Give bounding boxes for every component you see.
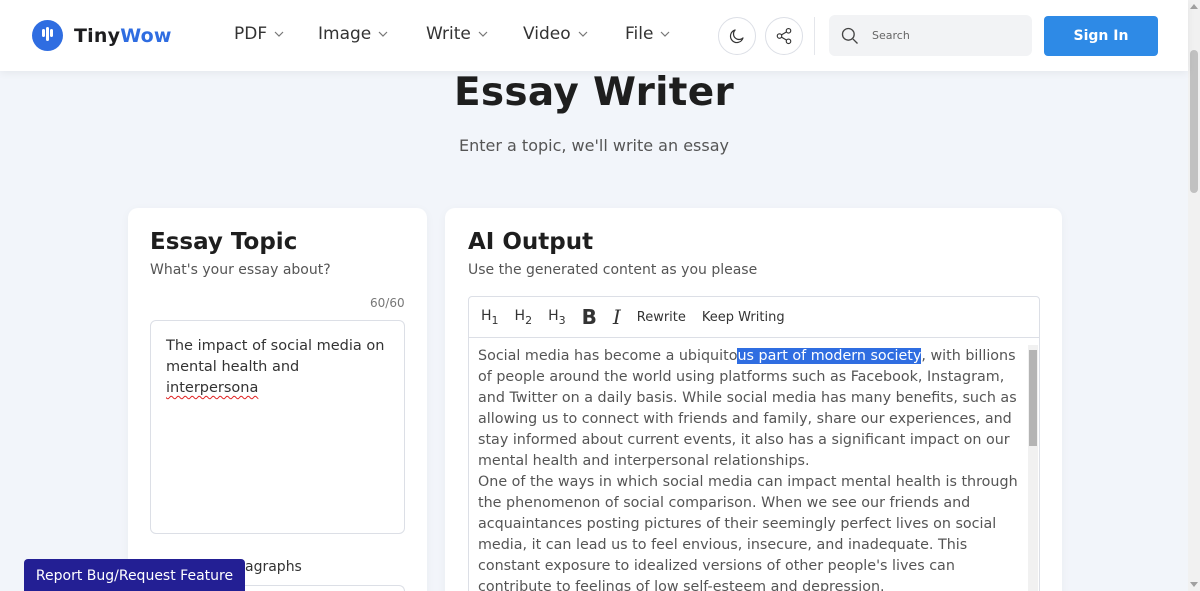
- heading3-button[interactable]: H3: [548, 308, 566, 327]
- heading1-button[interactable]: H1: [481, 308, 499, 327]
- output-paragraph: Social media has become a ubiquitous par…: [478, 346, 1023, 472]
- paragraphs-label: agraphs: [245, 559, 302, 575]
- scroll-down-arrow-icon[interactable]: [1190, 582, 1198, 587]
- chevron-down-icon: [661, 31, 670, 37]
- nav-item-write[interactable]: Write: [426, 24, 489, 44]
- logo-text-tiny: Tiny: [74, 24, 121, 47]
- nav-item-image[interactable]: Image: [318, 24, 389, 44]
- essay-topic-title: Essay Topic: [150, 229, 298, 255]
- nav-item-label: Write: [426, 24, 471, 44]
- search-input[interactable]: [872, 29, 1022, 42]
- h1-sub: 1: [491, 313, 499, 327]
- header-divider: [814, 17, 815, 55]
- chevron-down-icon: [578, 31, 588, 37]
- share-button[interactable]: [765, 17, 803, 55]
- page-scrollbar[interactable]: [1188, 0, 1200, 591]
- nav-item-video[interactable]: Video: [523, 24, 589, 44]
- page-subtitle: Enter a topic, we'll write an essay: [459, 136, 729, 155]
- search-box[interactable]: [829, 15, 1032, 56]
- h1-label: H: [481, 307, 492, 324]
- search-icon: [841, 27, 858, 44]
- logo-icon: [32, 20, 63, 51]
- scroll-up-arrow-icon[interactable]: [1190, 4, 1198, 9]
- logo-text-wow: Wow: [120, 24, 172, 47]
- keep-writing-button[interactable]: Keep Writing: [702, 310, 785, 325]
- chevron-down-icon: [274, 31, 284, 37]
- nav-item-label: PDF: [234, 24, 268, 44]
- nav-item-label: Image: [318, 24, 372, 44]
- theme-toggle-button[interactable]: [718, 17, 756, 55]
- char-counter: 60/60: [370, 296, 405, 310]
- editor-scrollbar-thumb[interactable]: [1029, 350, 1037, 446]
- share-icon: [776, 27, 792, 45]
- h2-sub: 2: [525, 313, 533, 327]
- nav-item-file[interactable]: File: [625, 24, 671, 44]
- report-bug-button[interactable]: Report Bug/Request Feature: [24, 559, 245, 591]
- tinywow-logo[interactable]: TinyWow: [32, 20, 172, 51]
- h3-label: H: [548, 307, 559, 324]
- page-scrollbar-thumb[interactable]: [1190, 50, 1198, 193]
- output-text-segment: Social media has become a ubiquito: [478, 348, 738, 364]
- nav-item-label: Video: [523, 24, 571, 44]
- editor-toolbar: H1 H2 H3 B I Rewrite Keep Writing: [469, 297, 1039, 338]
- moon-icon: [729, 29, 744, 44]
- ai-output-subtitle: Use the generated content as you please: [468, 262, 758, 278]
- output-text-segment: , with billions of people around the wor…: [478, 348, 1017, 469]
- h3-sub: 3: [558, 313, 566, 327]
- sign-in-button[interactable]: Sign In: [1044, 16, 1158, 56]
- chevron-down-icon: [378, 31, 388, 37]
- top-header: TinyWow PDF Image Write Video File Searc…: [0, 0, 1188, 71]
- heading2-button[interactable]: H2: [515, 308, 533, 327]
- ai-output-title: AI Output: [468, 229, 594, 255]
- essay-topic-textarea[interactable]: The impact of social media on mental hea…: [150, 320, 405, 534]
- italic-button[interactable]: I: [613, 305, 621, 329]
- page-title: Essay Writer: [453, 70, 735, 115]
- output-paragraph: One of the ways in which social media ca…: [478, 474, 1018, 591]
- nav-item-pdf[interactable]: PDF: [234, 24, 285, 44]
- misspelled-word: interpersona: [166, 380, 259, 396]
- h2-label: H: [514, 307, 526, 324]
- essay-topic-subtitle: What's your essay about?: [150, 262, 331, 278]
- logo-wordmark: TinyWow: [74, 25, 172, 47]
- topic-text: The impact of social media on mental hea…: [166, 338, 385, 375]
- chevron-down-icon: [478, 31, 488, 37]
- output-editor[interactable]: H1 H2 H3 B I Rewrite Keep Writing Social…: [468, 296, 1040, 591]
- nav-item-label: File: [625, 24, 654, 44]
- rewrite-button[interactable]: Rewrite: [637, 310, 686, 325]
- selected-text: us part of modern society: [737, 348, 922, 364]
- bold-button[interactable]: B: [582, 305, 597, 329]
- output-text[interactable]: Social media has become a ubiquitous par…: [478, 346, 1023, 591]
- editor-scrollbar[interactable]: [1028, 345, 1038, 591]
